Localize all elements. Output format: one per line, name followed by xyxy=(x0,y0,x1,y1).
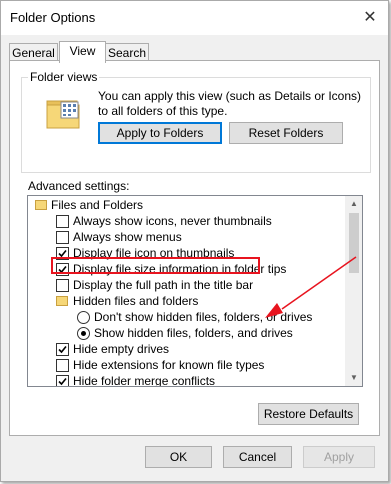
scrollbar-thumb[interactable] xyxy=(349,213,359,273)
cancel-button[interactable]: Cancel xyxy=(223,446,292,468)
item-label: Always show icons, never thumbnails xyxy=(73,214,272,228)
checkbox[interactable] xyxy=(56,343,69,356)
checkmark-icon xyxy=(58,377,67,386)
advanced-settings-label: Advanced settings: xyxy=(28,179,130,193)
folder-icon xyxy=(56,296,68,306)
ok-button[interactable]: OK xyxy=(145,446,212,468)
item-label: Display file icon on thumbnails xyxy=(73,246,235,260)
tab-view[interactable]: View xyxy=(59,41,106,63)
item-label: Hide folder merge conflicts xyxy=(73,374,216,387)
close-icon[interactable]: ✕ xyxy=(360,8,380,28)
folder-icon xyxy=(35,200,47,210)
checkmark-icon xyxy=(58,249,67,258)
apply-button: Apply xyxy=(303,446,375,468)
folder-options-dialog: Folder Options ✕ General View Search Fol… xyxy=(0,0,389,482)
item-label: Don't show hidden files, folders, or dri… xyxy=(94,310,313,324)
folder-icon xyxy=(46,100,80,129)
item-label: Hide empty drives xyxy=(73,342,170,356)
item-label: Files and Folders xyxy=(51,198,144,212)
checkbox[interactable] xyxy=(56,375,69,386)
checkbox[interactable] xyxy=(56,215,69,228)
item-label: Display the full path in the title bar xyxy=(73,278,254,292)
window-title: Folder Options xyxy=(10,10,96,25)
item-label: Hide extensions for known file types xyxy=(73,358,265,372)
checkbox[interactable] xyxy=(56,359,69,372)
checkmark-icon xyxy=(58,345,67,354)
checkbox[interactable] xyxy=(56,231,69,244)
radio-button[interactable] xyxy=(77,327,90,340)
folder-views-description: You can apply this view (such as Details… xyxy=(98,89,362,118)
folder-views-legend: Folder views xyxy=(28,70,100,84)
scroll-up-icon[interactable]: ▲ xyxy=(346,196,362,212)
checkmark-icon xyxy=(58,265,67,274)
vertical-scrollbar[interactable]: ▲ ▼ xyxy=(345,196,362,386)
advanced-settings-list[interactable]: Files and Folders Always show icons, nev… xyxy=(27,195,363,387)
restore-defaults-button[interactable]: Restore Defaults xyxy=(258,403,359,425)
item-label: Display file size information in folder … xyxy=(73,262,287,276)
item-label: Show hidden files, folders, and drives xyxy=(94,326,293,340)
checkbox[interactable] xyxy=(56,263,69,276)
checkbox[interactable] xyxy=(56,247,69,260)
item-label: Always show menus xyxy=(73,230,182,244)
view-tab-panel: Folder views You can apply this view (su… xyxy=(9,60,380,436)
scroll-down-icon[interactable]: ▼ xyxy=(346,370,362,386)
radio-button[interactable] xyxy=(77,311,90,324)
reset-folders-button[interactable]: Reset Folders xyxy=(229,122,343,144)
checkbox[interactable] xyxy=(56,279,69,292)
item-label: Hidden files and folders xyxy=(73,294,199,308)
apply-to-folders-button[interactable]: Apply to Folders xyxy=(98,122,222,144)
title-bar[interactable]: Folder Options ✕ xyxy=(1,1,388,35)
